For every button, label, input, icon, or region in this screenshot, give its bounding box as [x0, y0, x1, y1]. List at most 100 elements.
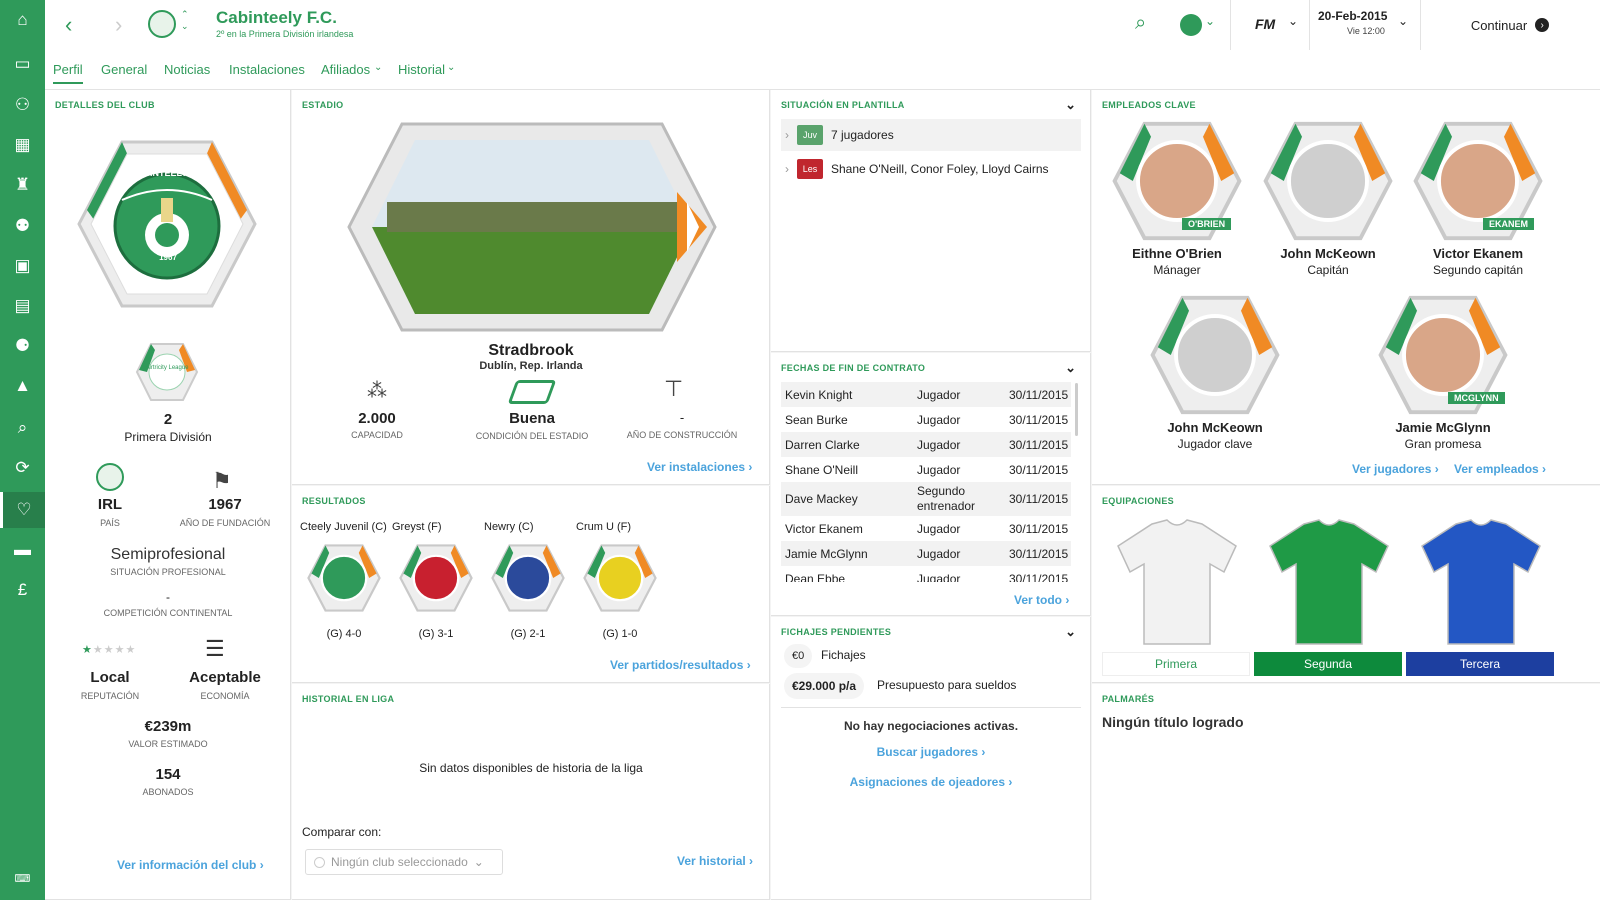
stadium-photo[interactable] [347, 122, 717, 332]
search-players-link[interactable]: Buscar jugadores › [771, 745, 1091, 759]
members-label: ABONADOS [142, 787, 194, 797]
collapse-chevron-icon[interactable]: ⌄ [1065, 624, 1076, 640]
facilities-link-label: Ver instalaciones [647, 460, 746, 474]
view-staff-link[interactable]: Ver empleados › [1454, 462, 1546, 476]
staff-role: Gran promesa [1404, 437, 1482, 451]
contract-row[interactable]: Dave Mackey Segundo entrenador 30/11/2015 [781, 482, 1071, 516]
result-score: (G) 4-0 [326, 628, 362, 640]
collapse-chevron-icon[interactable]: ⌄ [1065, 97, 1076, 113]
tactics-icon[interactable]: ▣ [0, 248, 45, 284]
kit-label[interactable]: Segunda [1254, 652, 1402, 676]
tab-facilities[interactable]: Instalaciones [229, 62, 305, 77]
search-icon[interactable]: ⌕ [1135, 12, 1146, 35]
contract-row[interactable]: Shane O'Neill Jugador 30/11/2015 [781, 457, 1071, 482]
club-info-link[interactable]: Ver información del club › [117, 858, 264, 872]
staff-name[interactable]: Victor Ekanem [1393, 246, 1563, 261]
chevron-down-icon[interactable]: ⌄ [1205, 14, 1215, 28]
compare-club-select[interactable]: Ningún club seleccionado ⌄ [305, 849, 503, 875]
league-logo-text: Airtricity League [145, 365, 189, 371]
staff-name[interactable]: John McKeown [1243, 246, 1413, 261]
staff-portrait[interactable] [1150, 294, 1280, 421]
calendar-icon[interactable]: ▦ [0, 127, 45, 163]
opponent-crest[interactable] [399, 543, 473, 618]
kit-shirt-icon[interactable] [1264, 518, 1394, 648]
training-icon[interactable]: ▤ [0, 288, 45, 324]
results-panel: RESULTADOS Cteely Juvenil (C) (G) 4-0 Grey… [292, 486, 770, 683]
current-date[interactable]: 20-Feb-2015 [1318, 9, 1387, 23]
club-switch-icon[interactable]: ⌃ ⌄ [181, 8, 189, 32]
opponent-crest[interactable] [491, 543, 565, 618]
transfer-budget-pill: €0 [784, 644, 813, 668]
league-logo[interactable] [135, 342, 199, 402]
collapse-chevron-icon[interactable]: ⌄ [1065, 360, 1076, 376]
view-players-link-label: Ver jugadores [1352, 462, 1432, 476]
opponent-crest[interactable] [583, 543, 657, 618]
contract-row[interactable]: Kevin Knight Jugador 30/11/2015 [781, 382, 1071, 407]
kit-shirt-icon[interactable] [1416, 518, 1546, 648]
home-icon[interactable]: ⌂ [0, 2, 45, 38]
continue-button[interactable]: Continuar › [1420, 0, 1600, 50]
tab-history[interactable]: Historial [398, 62, 445, 77]
club-crest-small[interactable] [148, 10, 176, 38]
chevron-down-icon[interactable]: ⌄ [1288, 14, 1298, 28]
result-opponent[interactable]: Newry (C) [484, 521, 580, 533]
tab-affiliates[interactable]: Afiliados [321, 62, 370, 77]
trophy-icon[interactable]: ♜ [0, 167, 45, 203]
continental-label: COMPETICIÓN CONTINENTAL [103, 608, 233, 618]
inbox-icon[interactable]: ▭ [0, 46, 45, 82]
finance-icon[interactable]: ▬ [0, 532, 45, 568]
back-icon[interactable]: ‹ [65, 12, 72, 38]
contract-row[interactable]: Darren Clarke Jugador 30/11/2015 [781, 432, 1071, 457]
contract-row[interactable]: Jamie McGlynn Jugador 30/11/2015 [781, 541, 1071, 566]
opponent-crest[interactable] [307, 543, 381, 618]
staff-icon[interactable]: ⚈ [0, 328, 45, 364]
status-label: SITUACIÓN PROFESIONAL [110, 567, 226, 577]
money-icon[interactable]: £ [0, 572, 45, 608]
tab-news[interactable]: Noticias [164, 62, 210, 77]
tab-profile[interactable]: Perfil [53, 62, 83, 84]
staff-name[interactable]: Eithne O'Brien [1092, 246, 1262, 261]
league-name: Primera División [124, 430, 212, 444]
squad-icon[interactable]: ⚇ [0, 87, 45, 123]
contract-row[interactable]: Victor Ekanem Jugador 30/11/2015 [781, 516, 1071, 541]
section-title: RESULTADOS [302, 496, 366, 506]
results-link[interactable]: Ver partidos/resultados › [610, 658, 751, 672]
view-players-link[interactable]: Ver jugadores › [1352, 462, 1439, 476]
founded-label: AÑO DE FUNDACIÓN [179, 518, 271, 528]
globe-icon[interactable] [1180, 14, 1202, 36]
facilities-link[interactable]: Ver instalaciones › [647, 460, 752, 474]
scrollbar[interactable] [1075, 383, 1078, 436]
result-opponent[interactable]: Cteely Juvenil (C) [300, 521, 396, 533]
scout-assignments-link[interactable]: Asignaciones de ojeadores › [771, 775, 1091, 789]
staff-portrait[interactable] [1263, 120, 1393, 247]
fm-menu-logo[interactable]: FM [1255, 16, 1275, 32]
kit-label[interactable]: Primera [1102, 652, 1250, 676]
search-icon[interactable]: ⌕ [0, 410, 45, 446]
tab-general[interactable]: General [101, 62, 147, 77]
contract-row[interactable]: Sean Burke Jugador 30/11/2015 [781, 407, 1071, 432]
squad-status-row[interactable]: › Les Shane O'Neill, Conor Foley, Lloyd Ca… [781, 153, 1081, 185]
history-link[interactable]: Ver historial › [677, 854, 753, 868]
view-all-link-label: Ver todo [1014, 593, 1063, 607]
country-code: IRL [97, 496, 123, 513]
kit-label[interactable]: Tercera [1406, 652, 1554, 676]
medical-icon[interactable]: ▲ [0, 368, 45, 404]
club-name: Cabinteely F.C. [216, 8, 337, 27]
club-icon[interactable]: ♡ [0, 492, 45, 528]
squad-status-row[interactable]: › Juv 7 jugadores [781, 119, 1081, 151]
forward-icon[interactable]: › [115, 12, 122, 38]
staff-role: Segundo capitán [1432, 263, 1524, 277]
kit-shirt-icon[interactable] [1112, 518, 1242, 648]
chevron-down-icon[interactable]: ⌄ [1398, 14, 1408, 28]
view-all-link[interactable]: Ver todo › [1014, 593, 1069, 607]
staff-name[interactable]: Jamie McGlynn [1358, 420, 1528, 435]
result-opponent[interactable]: Greyst (F) [392, 521, 488, 533]
keyboard-icon[interactable]: ⌨ [0, 860, 45, 896]
contract-name: Dave Mackey [785, 492, 858, 506]
youth-icon[interactable]: ⚉ [0, 208, 45, 244]
contract-row[interactable]: Dean Ebbe Jugador 30/11/2015 [781, 566, 1071, 583]
section-title: DETALLES DEL CLUB [55, 100, 155, 110]
result-opponent[interactable]: Crum U (F) [576, 521, 672, 533]
staff-name[interactable]: John McKeown [1130, 420, 1300, 435]
transfers-icon[interactable]: ⟳ [0, 450, 45, 486]
